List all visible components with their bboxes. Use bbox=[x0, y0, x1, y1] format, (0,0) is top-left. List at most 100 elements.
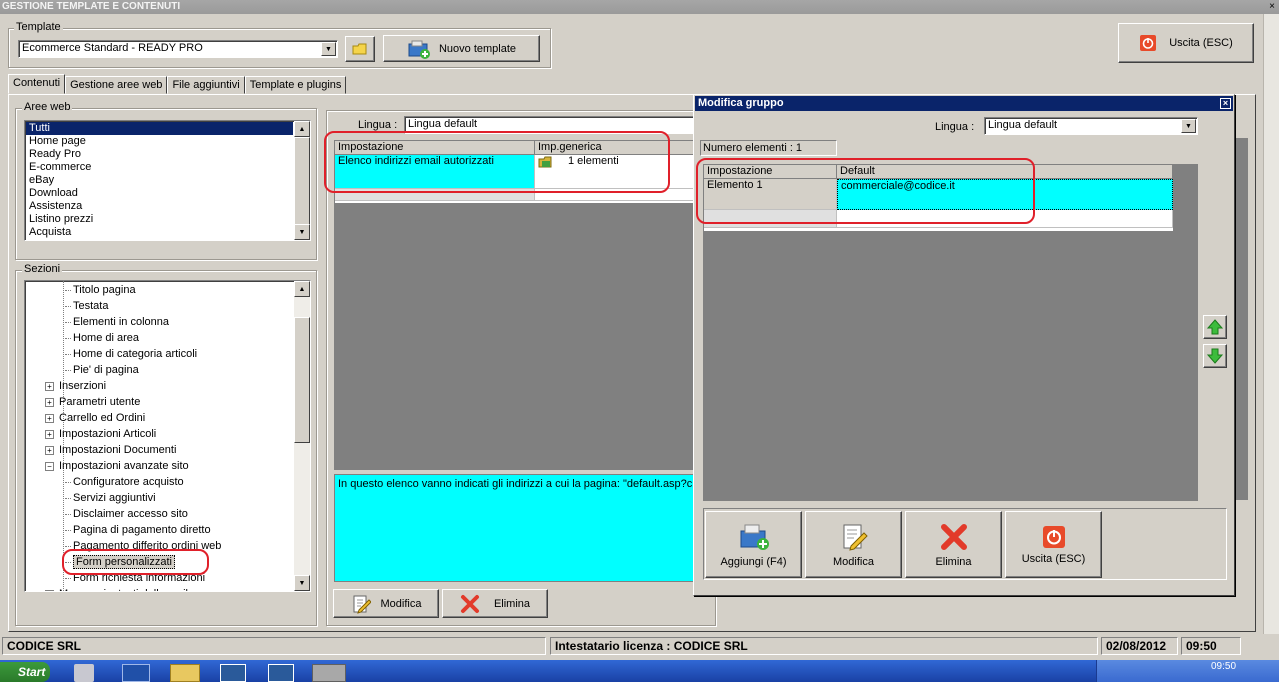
list-item[interactable]: Listino prezzi bbox=[26, 213, 293, 226]
server-manager-icon[interactable] bbox=[74, 664, 94, 682]
tree-item[interactable]: + Carrello ed Ordini bbox=[45, 410, 145, 426]
tab-gestione-aree-web[interactable]: Gestione aree web bbox=[65, 76, 168, 94]
start-button[interactable]: Start bbox=[0, 662, 50, 682]
scroll-down-icon[interactable]: ▼ bbox=[294, 575, 310, 591]
expander-icon[interactable]: + bbox=[45, 381, 54, 391]
status-company: CODICE SRL bbox=[2, 637, 546, 655]
expander-icon[interactable]: + bbox=[45, 429, 54, 439]
tree-item[interactable]: Home di categoria articoli bbox=[65, 346, 198, 362]
app-icon[interactable] bbox=[312, 664, 346, 682]
dialog-modify-button[interactable]: Modifica bbox=[805, 511, 902, 578]
tree-item[interactable]: Pagina di pagamento diretto bbox=[65, 522, 211, 538]
tab-contenuti[interactable]: Contenuti bbox=[8, 74, 66, 94]
open-template-button[interactable] bbox=[345, 36, 375, 62]
tree-item[interactable]: Titolo pagina bbox=[65, 282, 136, 298]
tray-clock: 09:50 bbox=[1211, 661, 1237, 672]
sezioni-label: Sezioni bbox=[22, 263, 63, 275]
dialog-exit-label: Uscita (ESC) bbox=[1021, 552, 1086, 565]
add-button[interactable]: Aggiungi (F4) bbox=[705, 511, 802, 578]
scroll-up-icon[interactable]: ▲ bbox=[294, 281, 310, 297]
app-window-icon[interactable] bbox=[268, 664, 294, 682]
description-text: In questo elenco vanno indicati gli indi… bbox=[338, 478, 702, 490]
new-template-label: Nuovo template bbox=[438, 42, 517, 55]
window-close-button[interactable]: × bbox=[1265, 0, 1279, 14]
main-lingua-label: Lingua : bbox=[358, 119, 398, 131]
main-scrollbar[interactable] bbox=[1263, 14, 1279, 634]
chevron-down-icon[interactable]: ▼ bbox=[1181, 119, 1196, 133]
tree-item[interactable]: − Impostazioni avanzate sito bbox=[45, 458, 189, 474]
tree-item[interactable]: + Inserzioni bbox=[45, 378, 106, 394]
sezioni-tree[interactable]: Titolo pagina Testata Elementi in colonna H… bbox=[24, 280, 311, 592]
expander-icon[interactable]: + bbox=[45, 589, 54, 591]
tree-connector bbox=[65, 514, 71, 515]
dialog-delete-button[interactable]: Elimina bbox=[905, 511, 1002, 578]
dialog-modify-label: Modifica bbox=[833, 555, 874, 568]
list-item[interactable]: Download bbox=[26, 187, 293, 200]
chevron-down-icon[interactable]: ▼ bbox=[321, 42, 336, 56]
tree-item-label: Messaggi e testi della mail bbox=[59, 588, 188, 591]
move-up-button[interactable] bbox=[1203, 315, 1227, 339]
tree-item[interactable]: Elementi in colonna bbox=[65, 314, 169, 330]
explorer-folder-icon[interactable] bbox=[170, 664, 200, 682]
expander-icon[interactable]: + bbox=[45, 397, 54, 407]
status-license: Intestatario licenza : CODICE SRL bbox=[550, 637, 1098, 655]
dialog-exit-button[interactable]: Uscita (ESC) bbox=[1005, 511, 1102, 578]
dialog-lingua-value: Lingua default bbox=[988, 119, 1058, 131]
sezioni-scrollbar[interactable]: ▲ ▼ bbox=[294, 281, 310, 591]
tree-item[interactable]: Servizi aggiuntivi bbox=[65, 490, 156, 506]
list-item[interactable]: eBay bbox=[26, 174, 293, 187]
tree-item[interactable]: + Impostazioni Documenti bbox=[45, 442, 176, 458]
list-item[interactable]: Ready Pro bbox=[26, 148, 293, 161]
scroll-up-icon[interactable]: ▲ bbox=[294, 121, 310, 137]
dialog-close-button[interactable]: × bbox=[1220, 98, 1231, 109]
move-down-button[interactable] bbox=[1203, 344, 1227, 368]
tree-item[interactable]: Home di area bbox=[65, 330, 139, 346]
tree-connector bbox=[65, 290, 71, 291]
tab-file-aggiuntivi[interactable]: File aggiuntivi bbox=[167, 76, 245, 94]
tree-item-label: Impostazioni avanzate sito bbox=[59, 460, 189, 472]
list-item[interactable]: Assistenza bbox=[26, 200, 293, 213]
arrow-up-icon bbox=[1206, 319, 1224, 335]
tree-item-label: Home di categoria articoli bbox=[73, 348, 198, 360]
aree-web-scrollbar[interactable]: ▲ ▼ bbox=[294, 121, 310, 240]
folder-icon bbox=[352, 43, 367, 55]
modify-button[interactable]: Modifica bbox=[333, 589, 439, 618]
expander-icon[interactable]: + bbox=[45, 413, 54, 423]
sezioni-items: Titolo pagina Testata Elementi in colonna H… bbox=[25, 281, 293, 591]
list-item[interactable]: Acquista bbox=[26, 226, 293, 239]
tree-item-label: Inserzioni bbox=[59, 380, 107, 392]
tree-item[interactable]: + Impostazioni Articoli bbox=[45, 426, 156, 442]
scroll-thumb[interactable] bbox=[294, 317, 310, 443]
edit-icon bbox=[353, 595, 371, 614]
tree-connector bbox=[65, 498, 71, 499]
list-item[interactable]: Home page bbox=[26, 135, 293, 148]
status-date: 02/08/2012 bbox=[1101, 637, 1178, 655]
expander-icon[interactable]: + bbox=[45, 445, 54, 455]
tree-item[interactable]: Configuratore acquisto bbox=[65, 474, 184, 490]
window-title: GESTIONE TEMPLATE E CONTENUTI bbox=[2, 1, 181, 12]
tab-template-plugins[interactable]: Template e plugins bbox=[244, 76, 347, 94]
list-item[interactable]: Tutti bbox=[26, 122, 293, 135]
power-icon bbox=[1140, 35, 1157, 51]
tree-connector bbox=[65, 546, 71, 547]
expander-icon[interactable]: − bbox=[45, 461, 54, 471]
app-window-icon[interactable] bbox=[220, 664, 246, 682]
tree-item[interactable]: Testata bbox=[65, 298, 108, 314]
scroll-down-icon[interactable]: ▼ bbox=[294, 224, 310, 240]
new-template-button[interactable]: Nuovo template bbox=[383, 35, 540, 62]
exit-button[interactable]: Uscita (ESC) bbox=[1118, 23, 1254, 63]
aree-web-list[interactable]: Tutti Home page Ready Pro E-commerce eBay Dow… bbox=[24, 120, 311, 241]
tree-item[interactable]: Disclaimer accesso sito bbox=[65, 506, 188, 522]
powershell-icon[interactable] bbox=[122, 664, 150, 682]
scroll-thumb[interactable] bbox=[294, 137, 310, 225]
dialog-lingua-select[interactable]: Lingua default ▼ bbox=[984, 117, 1198, 135]
template-select[interactable]: Ecommerce Standard - READY PRO ▼ bbox=[18, 40, 338, 58]
system-tray: 09:50 bbox=[1096, 660, 1279, 682]
tree-item[interactable]: + Parametri utente bbox=[45, 394, 140, 410]
tree-item-label: Servizi aggiuntivi bbox=[73, 492, 156, 504]
tree-connector bbox=[65, 322, 71, 323]
tree-item[interactable]: Pie' di pagina bbox=[65, 362, 139, 378]
list-item[interactable]: E-commerce bbox=[26, 161, 293, 174]
tree-item[interactable]: + Messaggi e testi della mail bbox=[45, 586, 188, 591]
delete-button[interactable]: Elimina bbox=[442, 589, 548, 618]
